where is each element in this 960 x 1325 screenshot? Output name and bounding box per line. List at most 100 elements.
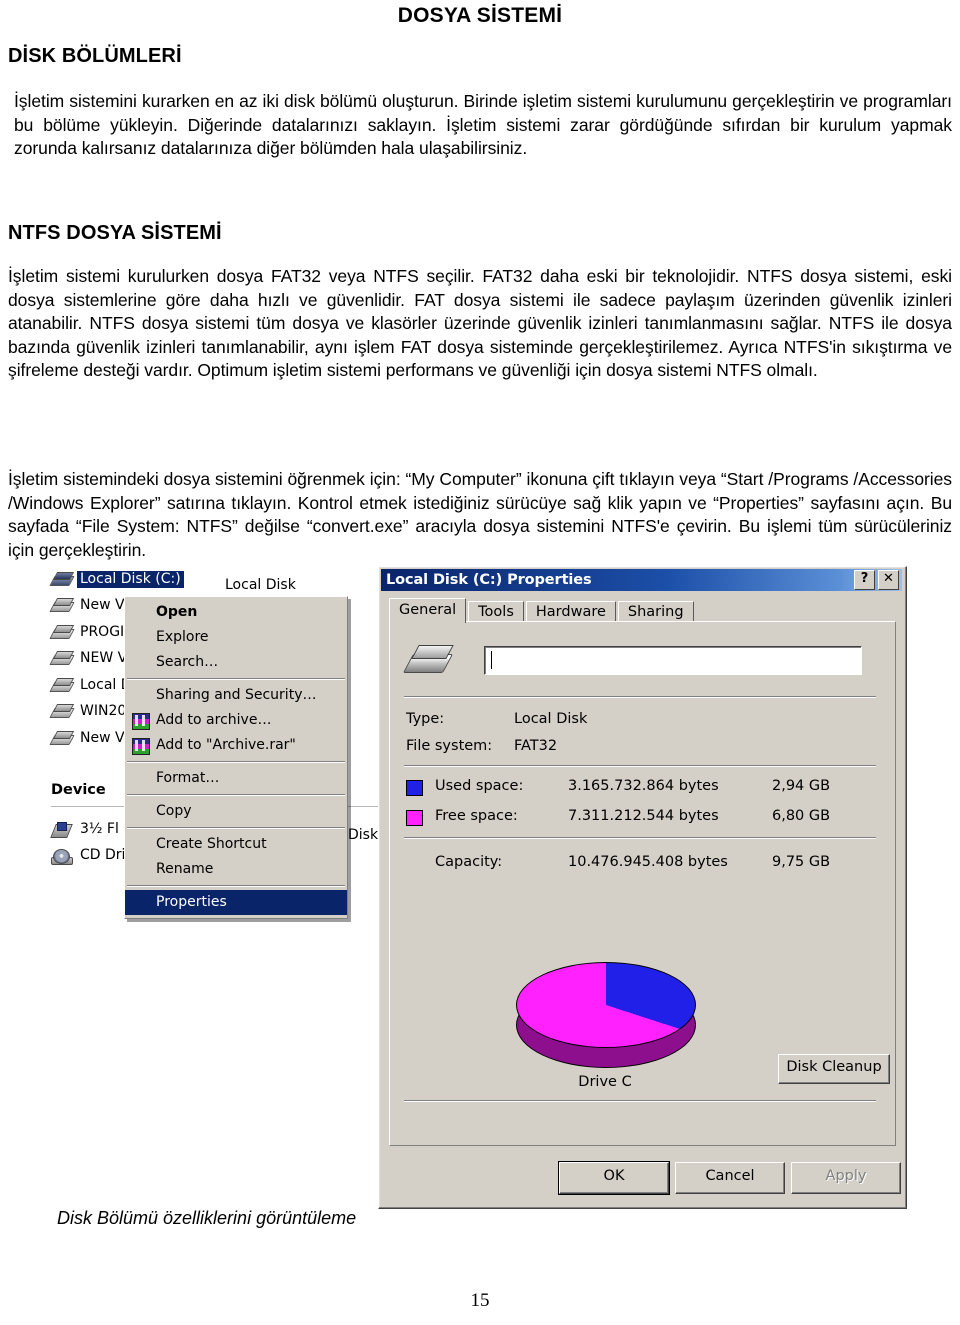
winrar-icon [132,713,150,730]
hard-drive-icon [49,624,75,641]
hard-drive-icon [49,677,75,694]
drive-type-local-disk: Local Disk [225,577,296,593]
hard-drive-icon [402,642,454,680]
context-menu-separator [127,794,345,796]
divider-1 [404,696,876,698]
tab-sharing[interactable]: Sharing [617,601,694,623]
context-menu-item[interactable]: Add to "Archive.rar" [125,733,347,758]
paragraph-ntfs: İşletim sistemi kurulurken dosya FAT32 v… [8,266,952,380]
context-menu-item[interactable]: Create Shortcut [125,832,347,857]
used-space-size: 2,94 GB [772,778,831,794]
context-menu-item[interactable]: Properties [125,890,347,915]
context-menu-item-label: Sharing and Security… [156,687,317,703]
hard-drive-icon [49,730,75,747]
context-menu-item-label: Copy [156,803,192,819]
context-menu-item-label: Rename [156,861,214,877]
hard-drive-icon [49,650,75,667]
context-menu-separator [127,885,345,887]
context-menu-item-label: Add to "Archive.rar" [156,737,296,753]
text-caret [491,651,492,669]
capacity-bytes: 10.476.945.408 bytes [568,854,728,870]
cd-drive-icon [51,847,73,866]
context-menu-item[interactable]: Add to archive… [125,708,347,733]
dialog-title: Local Disk (C:) Properties [386,572,592,588]
file-system-label: File system: [406,738,493,754]
context-menu-item[interactable]: Search… [125,650,347,675]
dialog-tabstrip[interactable]: General Tools Hardware Sharing [389,598,696,623]
context-menu-item[interactable]: Open [125,600,347,625]
winrar-icon [132,738,150,755]
tab-hardware[interactable]: Hardware [525,601,616,623]
drive-name: New V [80,729,125,746]
type-value: Local Disk [514,711,588,727]
drive-name: PROGI [80,623,125,640]
context-menu-separator [127,761,345,763]
context-menu-item-label: Search… [156,654,219,670]
context-menu-item[interactable]: Sharing and Security… [125,683,347,708]
capacity-label: Capacity: [435,854,503,870]
divider-3 [404,837,876,839]
free-space-bytes: 7.311.212.544 bytes [568,808,719,824]
context-menu-item[interactable]: Copy [125,799,347,824]
disk-cleanup-button[interactable]: Disk Cleanup [778,1054,890,1084]
device-type-disk: Disk [348,827,379,843]
capacity-size: 9,75 GB [772,854,831,870]
used-space-bytes: 3.165.732.864 bytes [568,778,719,794]
hard-drive-icon [49,703,75,720]
section-heading-disk-bolumleri: DİSK BÖLÜMLERİ [8,45,182,67]
free-space-color-swatch [406,810,423,826]
divider-2 [404,765,876,767]
page-title: DOSYA SİSTEMİ [397,4,563,27]
drive-name: NEW V [80,650,128,667]
drive-list-item[interactable]: Local Disk (C:) [45,566,390,593]
context-menu-item[interactable]: Rename [125,857,347,882]
context-menu-item[interactable]: Format… [125,766,347,791]
context-menu-item[interactable]: Explore [125,625,347,650]
context-menu[interactable]: Open Explore Search… Sharing and Security… A… [124,596,348,919]
hard-drive-icon [49,571,75,588]
tab-tools[interactable]: Tools [468,601,524,623]
drive-name: Local Disk (C:) [77,570,184,588]
context-menu-separator [127,678,345,680]
context-menu-item-label: Add to archive… [156,712,272,728]
tab-general[interactable]: General [389,598,467,623]
local-disk-properties-dialog: Local Disk (C:) Properties ? ✕ General To… [378,566,907,1209]
context-menu-item-label: Properties [156,894,227,910]
context-menu-item-label: Format… [156,770,220,786]
help-icon[interactable]: ? [854,570,875,590]
close-icon[interactable]: ✕ [878,570,899,590]
divider-4 [404,1100,876,1102]
used-space-color-swatch [406,780,423,796]
volume-label-input[interactable] [484,646,862,675]
context-menu-item-label: Create Shortcut [156,836,267,852]
context-menu-separator [127,827,345,829]
used-space-label: Used space: [435,778,524,794]
floppy-drive-icon [50,821,73,838]
general-tab-panel: Type: Local Disk File system: FAT32 Used… [389,621,896,1146]
apply-button: Apply [791,1162,901,1194]
drive-name: WIN20 [80,703,127,720]
context-menu-item-label: Explore [156,629,209,645]
hard-drive-icon [49,597,75,614]
paragraph-disk-partitions: İşletim sistemini kurarken en az iki dis… [14,91,952,158]
device-name: 3½ Fl [80,820,119,837]
devices-heading: Device [51,782,106,798]
type-label: Type: [406,711,445,727]
cancel-button[interactable]: Cancel [675,1162,785,1194]
disk-usage-pie-chart [510,960,700,1070]
context-menu-item-label: Open [156,604,198,620]
device-name: CD Dri [80,847,126,864]
ok-button[interactable]: OK [559,1162,669,1194]
free-space-label: Free space: [435,808,518,824]
free-space-size: 6,80 GB [772,808,831,824]
drive-name: New V [80,597,125,614]
figure-screenshot: Local Disk (C:) New V PROGI NEW V Local D WIN… [45,566,907,1209]
file-system-value: FAT32 [514,738,558,754]
section-heading-ntfs-dosya-sistemi: NTFS DOSYA SİSTEMİ [8,222,222,244]
pie-chart-caption: Drive C [578,1074,632,1090]
paragraph-howto: İşletim sistemindeki dosya sistemini öğr… [8,469,952,560]
figure-caption: Disk Bölümü özelliklerini görüntüleme [57,1208,357,1228]
document-page: DOSYA SİSTEMİ DİSK BÖLÜMLERİ İşletim sis… [0,0,960,1325]
page-number: 15 [470,1290,490,1311]
dialog-titlebar[interactable]: Local Disk (C:) Properties ? ✕ [381,569,902,591]
